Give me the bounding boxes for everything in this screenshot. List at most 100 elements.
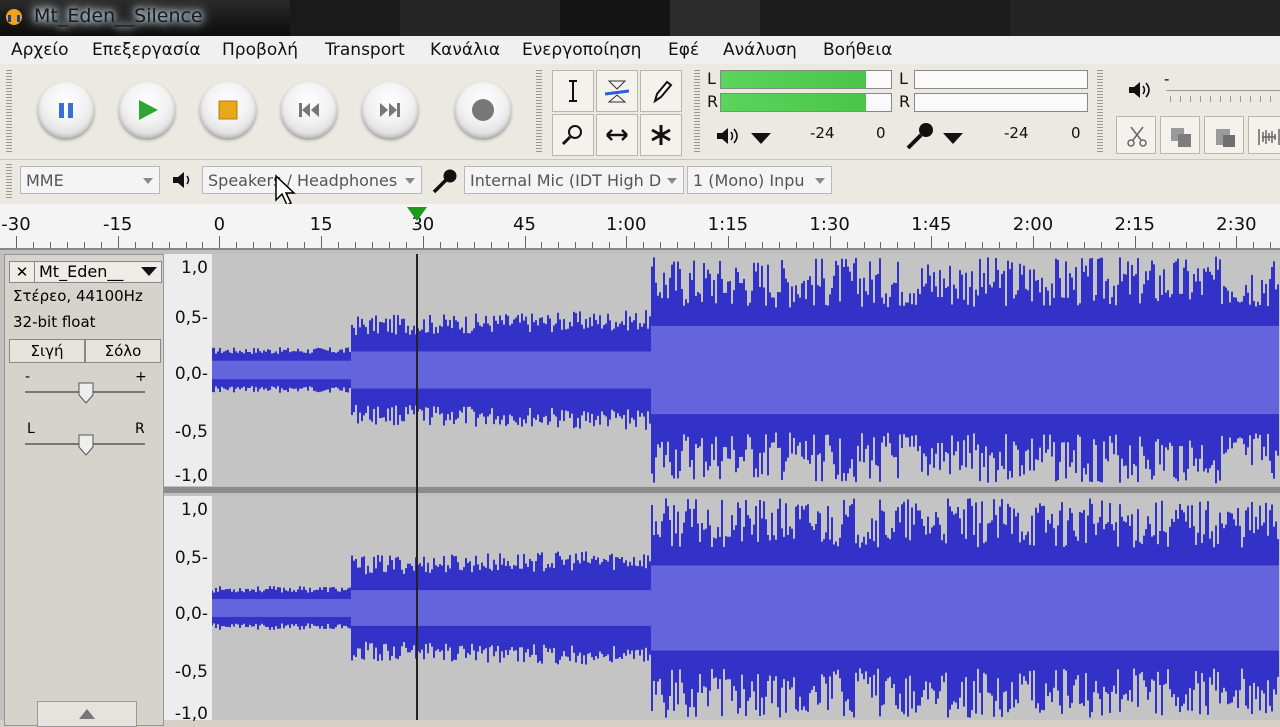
envelope-tool-button[interactable] xyxy=(596,70,638,112)
record-meter-left[interactable] xyxy=(914,70,1088,89)
menu-edit[interactable]: Επεξεργασία xyxy=(92,40,201,60)
timeshift-tool-button[interactable] xyxy=(596,114,638,156)
timeline-ruler[interactable]: -30 -15 0 15 30 45 1:00 1:15 1:30 1:45 2:00 2:15 2:3… xyxy=(0,204,1280,250)
output-volume-slider[interactable] xyxy=(1166,90,1280,91)
timeline-tick xyxy=(575,242,577,248)
output-volume-ticks xyxy=(1170,96,1280,102)
cut-button[interactable] xyxy=(1116,116,1156,154)
menu-transport[interactable]: Transport xyxy=(325,40,405,60)
input-channels-select[interactable]: 1 (Mono) Inpu xyxy=(687,166,832,194)
output-volume-icon xyxy=(1129,82,1150,98)
channel-divider[interactable] xyxy=(164,487,1280,493)
timeline-tick xyxy=(473,242,475,248)
toolbar-grip[interactable] xyxy=(6,70,12,154)
timeline-tick xyxy=(422,236,424,248)
y-label: 1,0 xyxy=(180,500,208,520)
timeline-tick xyxy=(219,236,221,248)
timeline-tick xyxy=(100,242,102,248)
mute-button[interactable]: Σιγή xyxy=(9,339,85,363)
toolbar-grip[interactable] xyxy=(6,164,12,198)
timeline-tick xyxy=(609,242,611,248)
paste-button[interactable] xyxy=(1204,116,1244,154)
stop-button[interactable] xyxy=(200,82,256,138)
menu-effect[interactable]: Εφέ xyxy=(668,40,699,60)
y-label: 0,5- xyxy=(174,308,208,328)
zoom-tool-button[interactable] xyxy=(552,114,594,156)
menu-analyze[interactable]: Ανάλυση xyxy=(723,40,797,60)
output-device-value: Speakers / Headphones xyxy=(208,171,398,190)
audacity-logo-icon xyxy=(6,9,22,25)
close-icon: ✕ xyxy=(15,263,29,281)
timeline-tick xyxy=(1134,236,1136,248)
output-device-select[interactable]: Speakers / Headphones xyxy=(202,166,422,194)
timeline-tick xyxy=(270,242,272,248)
selection-tool-button[interactable] xyxy=(552,70,594,112)
timeline-tick xyxy=(1100,242,1102,248)
skip-to-start-button[interactable] xyxy=(281,82,337,138)
timeline-tick xyxy=(812,242,814,248)
input-device-select[interactable]: Internal Mic (IDT High D xyxy=(464,166,684,194)
right-channel-waveform[interactable] xyxy=(212,496,1280,720)
window-title: Mt_Eden__Silence xyxy=(34,5,203,27)
chevron-down-icon xyxy=(667,178,677,184)
playback-level-left xyxy=(721,71,866,88)
pan-slider-thumb-icon[interactable] xyxy=(77,433,95,457)
timeline-tick xyxy=(1202,242,1204,248)
timeline-tick xyxy=(32,242,34,248)
draw-tool-button[interactable] xyxy=(640,70,682,112)
timeline-tick xyxy=(456,242,458,248)
chevron-down-icon xyxy=(405,178,415,184)
play-button[interactable] xyxy=(119,82,175,138)
playback-meter-right[interactable] xyxy=(720,93,892,112)
trim-button[interactable] xyxy=(1248,116,1280,154)
timeline-tick xyxy=(744,242,746,248)
record-meter-right[interactable] xyxy=(914,93,1088,112)
solo-button[interactable]: Σόλο xyxy=(85,339,161,363)
timeline-tick xyxy=(49,242,51,248)
playback-level-right xyxy=(721,94,866,111)
timeline-tick-label: 0 xyxy=(213,214,226,235)
toolbar-grip[interactable] xyxy=(694,70,700,154)
timeline-tick xyxy=(1168,242,1170,248)
skip-to-end-button[interactable] xyxy=(362,82,418,138)
copy-button[interactable] xyxy=(1160,116,1200,154)
record-meter-dropdown-icon[interactable] xyxy=(940,130,966,146)
cut-icon xyxy=(1127,126,1147,147)
track-close-button[interactable]: ✕ xyxy=(9,261,35,283)
timeline-tick xyxy=(1033,236,1034,248)
timeline-tick xyxy=(1083,242,1085,248)
menu-help[interactable]: Βοήθεια xyxy=(823,40,892,60)
timeline-tick xyxy=(1236,236,1238,248)
collapse-track-button[interactable] xyxy=(37,701,137,727)
timeline-tick xyxy=(626,236,628,248)
pause-button[interactable] xyxy=(38,82,94,138)
track-name-menu[interactable]: Mt_Eden__ xyxy=(34,261,162,283)
playback-cursor-line xyxy=(416,254,418,720)
microphone-icon xyxy=(906,123,933,150)
gain-slider-thumb-icon[interactable] xyxy=(77,381,95,405)
playback-meter-dropdown-icon[interactable] xyxy=(748,130,774,146)
playback-meter-left[interactable] xyxy=(720,70,892,89)
timeline-tick xyxy=(643,242,645,248)
timeline-tick xyxy=(134,242,136,248)
menu-tracks[interactable]: Κανάλια xyxy=(430,40,500,60)
menu-view[interactable]: Προβολή xyxy=(222,40,298,60)
toolbar-grip[interactable] xyxy=(1097,70,1103,154)
output-volume-minus: - xyxy=(1164,70,1170,88)
menu-generate[interactable]: Ενεργοποίηση xyxy=(522,40,641,60)
record-button[interactable] xyxy=(455,82,511,138)
envelope-tool-icon xyxy=(605,80,629,103)
toolbar-grip[interactable] xyxy=(536,70,542,154)
y-label: 0,5- xyxy=(174,548,208,568)
left-channel-waveform[interactable] xyxy=(212,254,1280,486)
audio-host-select[interactable]: MME xyxy=(20,166,160,194)
chevron-down-icon xyxy=(143,178,153,184)
pan-left-label: L xyxy=(27,421,35,437)
chevron-down-icon xyxy=(815,178,825,184)
timeline-tick xyxy=(1219,242,1221,248)
playhead-marker-icon[interactable] xyxy=(406,206,428,222)
multi-tool-button[interactable] xyxy=(640,114,682,156)
chevron-up-icon xyxy=(79,709,95,719)
menu-file[interactable]: Αρχείο xyxy=(11,40,69,60)
timeline-tick xyxy=(168,242,170,248)
